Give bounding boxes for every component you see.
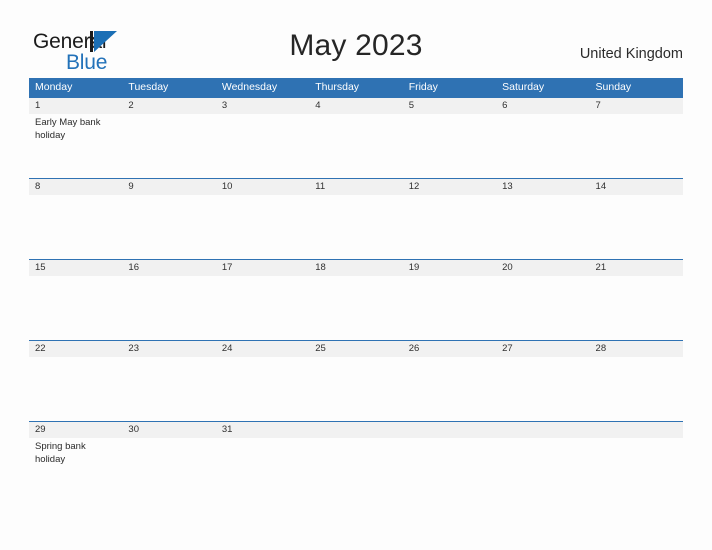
calendar-grid: Monday Tuesday Wednesday Thursday Friday… — [29, 78, 683, 502]
day-event — [309, 438, 402, 501]
day-event — [403, 195, 496, 258]
day-number[interactable]: 3 — [216, 98, 309, 114]
calendar-week-row: 15 16 17 18 19 20 21 — [29, 259, 683, 340]
weekday-header-row: Monday Tuesday Wednesday Thursday Friday… — [29, 78, 683, 97]
calendar-week-row: 8 9 10 11 12 13 14 — [29, 178, 683, 259]
week-event-band — [29, 357, 683, 420]
weekday-header-monday: Monday — [35, 81, 73, 93]
day-event — [309, 357, 402, 420]
day-number[interactable]: 21 — [590, 260, 683, 276]
day-number[interactable]: 26 — [403, 341, 496, 357]
week-date-band: 8 9 10 11 12 13 14 — [29, 179, 683, 195]
day-number[interactable]: 22 — [29, 341, 122, 357]
day-event — [590, 195, 683, 258]
day-event — [496, 276, 589, 339]
day-number[interactable]: 20 — [496, 260, 589, 276]
day-number[interactable]: 25 — [309, 341, 402, 357]
day-number[interactable]: 15 — [29, 260, 122, 276]
day-event — [122, 114, 215, 177]
day-event — [122, 357, 215, 420]
weekday-header-sunday: Sunday — [595, 81, 632, 93]
week-date-band: 29 30 31 — [29, 422, 683, 438]
weekday-header-saturday: Saturday — [502, 81, 545, 93]
day-number[interactable]: 9 — [122, 179, 215, 195]
day-event — [309, 276, 402, 339]
day-event — [403, 357, 496, 420]
day-number-empty — [309, 422, 402, 438]
day-event — [590, 276, 683, 339]
day-number[interactable]: 13 — [496, 179, 589, 195]
day-event — [122, 438, 215, 501]
calendar-page: General Blue May 2023 United Kingdom Mon… — [0, 0, 712, 550]
week-date-band: 15 16 17 18 19 20 21 — [29, 260, 683, 276]
day-number[interactable]: 2 — [122, 98, 215, 114]
calendar-week-row: 29 30 31 Spring bank holiday — [29, 421, 683, 502]
weekday-header-thursday: Thursday — [315, 81, 360, 93]
day-number-empty — [496, 422, 589, 438]
week-date-band: 1 2 3 4 5 6 7 — [29, 98, 683, 114]
day-event — [122, 195, 215, 258]
day-number[interactable]: 11 — [309, 179, 402, 195]
day-number[interactable]: 24 — [216, 341, 309, 357]
day-number[interactable]: 29 — [29, 422, 122, 438]
day-event: Spring bank holiday — [35, 441, 86, 465]
calendar-week-row: 1 2 3 4 5 6 7 Early May bank holiday — [29, 97, 683, 178]
day-event — [216, 114, 309, 177]
week-date-band: 22 23 24 25 26 27 28 — [29, 341, 683, 357]
day-event — [403, 276, 496, 339]
day-number[interactable]: 30 — [122, 422, 215, 438]
day-number[interactable]: 6 — [496, 98, 589, 114]
day-event — [216, 357, 309, 420]
day-number[interactable]: 8 — [29, 179, 122, 195]
day-event — [496, 195, 589, 258]
day-number[interactable]: 1 — [29, 98, 122, 114]
day-number[interactable]: 7 — [590, 98, 683, 114]
day-number[interactable]: 12 — [403, 179, 496, 195]
day-event — [216, 195, 309, 258]
day-event — [309, 195, 402, 258]
day-event — [216, 276, 309, 339]
week-event-band — [29, 195, 683, 258]
day-event — [496, 114, 589, 177]
day-event — [309, 114, 402, 177]
day-number[interactable]: 27 — [496, 341, 589, 357]
week-event-band: Spring bank holiday — [29, 438, 683, 501]
day-event — [122, 276, 215, 339]
day-event — [590, 357, 683, 420]
day-event — [403, 438, 496, 501]
day-number[interactable]: 19 — [403, 260, 496, 276]
day-number[interactable]: 10 — [216, 179, 309, 195]
day-number-empty — [590, 422, 683, 438]
day-number[interactable]: 28 — [590, 341, 683, 357]
page-header: General Blue May 2023 United Kingdom — [0, 0, 712, 76]
day-number[interactable]: 18 — [309, 260, 402, 276]
day-event — [403, 114, 496, 177]
day-number[interactable]: 5 — [403, 98, 496, 114]
day-event: Early May bank holiday — [35, 117, 101, 141]
weekday-header-wednesday: Wednesday — [221, 81, 278, 93]
day-event — [496, 357, 589, 420]
day-number[interactable]: 14 — [590, 179, 683, 195]
calendar-week-row: 22 23 24 25 26 27 28 — [29, 340, 683, 421]
weekday-header-friday: Friday — [408, 81, 438, 93]
day-number[interactable]: 23 — [122, 341, 215, 357]
day-event — [590, 114, 683, 177]
week-event-band — [29, 276, 683, 339]
day-event — [29, 276, 122, 339]
day-number[interactable]: 4 — [309, 98, 402, 114]
weekday-header-tuesday: Tuesday — [128, 81, 169, 93]
day-event — [496, 438, 589, 501]
country-label: United Kingdom — [579, 46, 683, 62]
day-number[interactable]: 31 — [216, 422, 309, 438]
week-event-band: Early May bank holiday — [29, 114, 683, 177]
day-number-empty — [403, 422, 496, 438]
day-event — [29, 357, 122, 420]
day-number[interactable]: 16 — [122, 260, 215, 276]
day-event — [29, 195, 122, 258]
day-event — [216, 438, 309, 501]
day-number[interactable]: 17 — [216, 260, 309, 276]
day-event — [590, 438, 683, 501]
